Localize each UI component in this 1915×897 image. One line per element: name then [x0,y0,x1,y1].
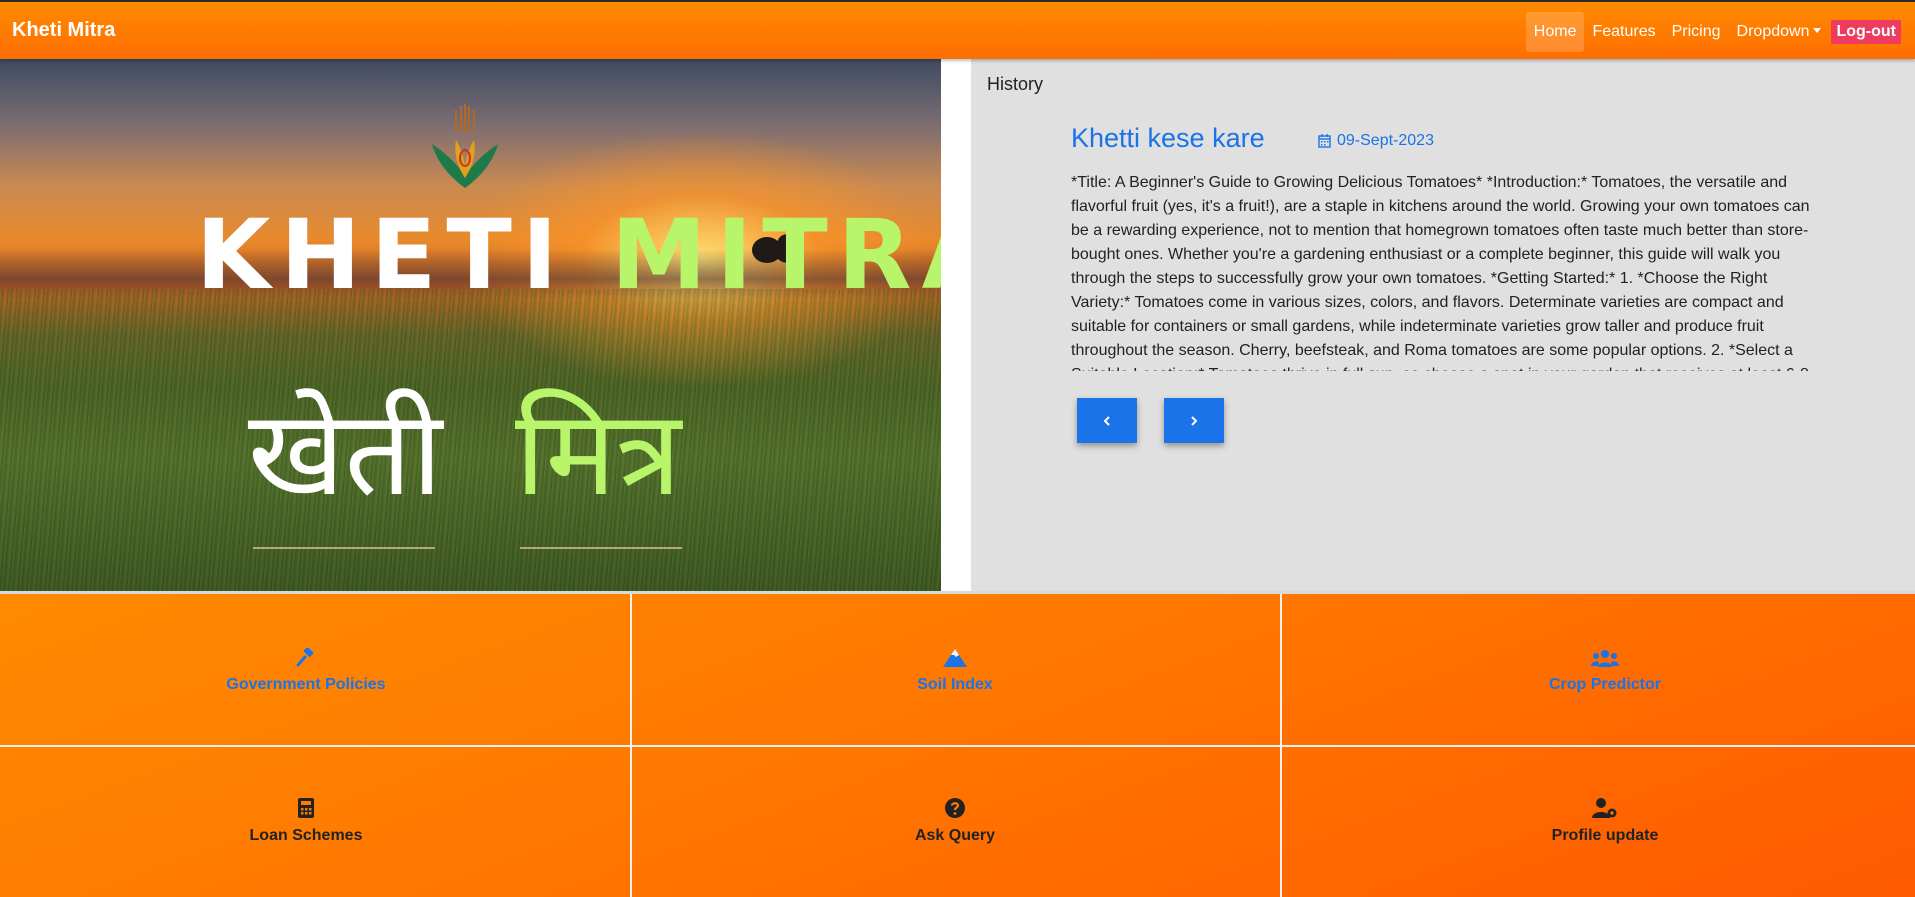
hero-hindi-green: मित्र [515,384,682,522]
hero-banner-image: KHETI MITRA खेती मित्र [0,59,941,591]
next-post-button[interactable] [1164,398,1224,443]
post-body-text: *Title: A Beginner's Guide to Growing De… [1071,174,1810,371]
feature-government-policies[interactable]: Government Policies [206,640,406,694]
nav-dropdown[interactable]: Dropdown [1729,12,1830,52]
hindi-underline [253,547,435,549]
history-heading: History [987,74,1044,94]
feature-label: Soil Index [917,676,993,693]
icon-slot [296,640,316,668]
user-gear-icon [1592,798,1617,818]
caret-down-icon [1813,28,1822,33]
icon-slot [942,640,968,668]
question-circle-icon [945,798,965,818]
top-navbar: Kheti Mitra Home Features Pricing Dropdo… [0,0,1915,59]
chevron-right-icon [1191,415,1198,426]
wheat-field [0,289,941,591]
post-date-text: 09-Sept-2023 [1337,132,1434,149]
feature-label: Profile update [1551,827,1659,844]
logout-button[interactable]: Log-out [1831,20,1901,44]
post-title[interactable]: Khetti kese kare [1071,123,1265,154]
nav-links: Home Features Pricing Dropdown Log-out [1525,12,1901,52]
feature-loan-schemes[interactable]: Loan Schemes [206,791,406,845]
icon-slot [944,791,966,819]
brand-logo-text[interactable]: Kheti Mitra [12,19,115,42]
feature-soil-index[interactable]: Soil Index [855,640,1055,694]
feature-label: Government Policies [226,676,386,693]
history-panel: History Khetti kese kare 09-Sept-2023 *T… [971,59,1915,591]
post-date: 09-Sept-2023 [1318,132,1434,150]
grid-divider [0,745,1915,747]
hero-hindi-white: खेती [248,384,443,522]
nav-dropdown-label: Dropdown [1736,23,1810,40]
hero-title: KHETI MITRA [196,207,941,303]
divider-strip [941,59,971,591]
hero-title-white: KHETI [196,199,568,311]
hero-title-green: MITRA [610,199,941,311]
previous-post-button[interactable] [1077,398,1137,443]
feature-grid: Government Policies Soil Index Crop Pred… [0,591,1915,897]
nav-pricing[interactable]: Pricing [1664,12,1729,52]
feature-label: Crop Predictor [1548,676,1661,693]
users-icon [1591,650,1619,667]
icon-slot [1592,791,1618,819]
feature-crop-predictor[interactable]: Crop Predictor [1505,640,1705,694]
feature-label: Loan Schemes [249,827,363,844]
mountain-icon [943,649,967,667]
feature-ask-query[interactable]: Ask Query [855,791,1055,845]
icon-slot [1591,640,1619,668]
feature-label: Ask Query [914,827,996,844]
chevron-left-icon [1103,415,1110,426]
nav-features[interactable]: Features [1584,12,1663,52]
calculator-icon [298,798,314,818]
calendar-icon [1318,134,1331,148]
wheat-leaf-logo-icon [432,104,498,188]
hindi-underline [520,547,682,549]
feature-profile-update[interactable]: Profile update [1505,791,1705,845]
nav-home[interactable]: Home [1525,12,1585,52]
icon-slot [297,791,315,819]
gavel-icon [296,648,314,667]
